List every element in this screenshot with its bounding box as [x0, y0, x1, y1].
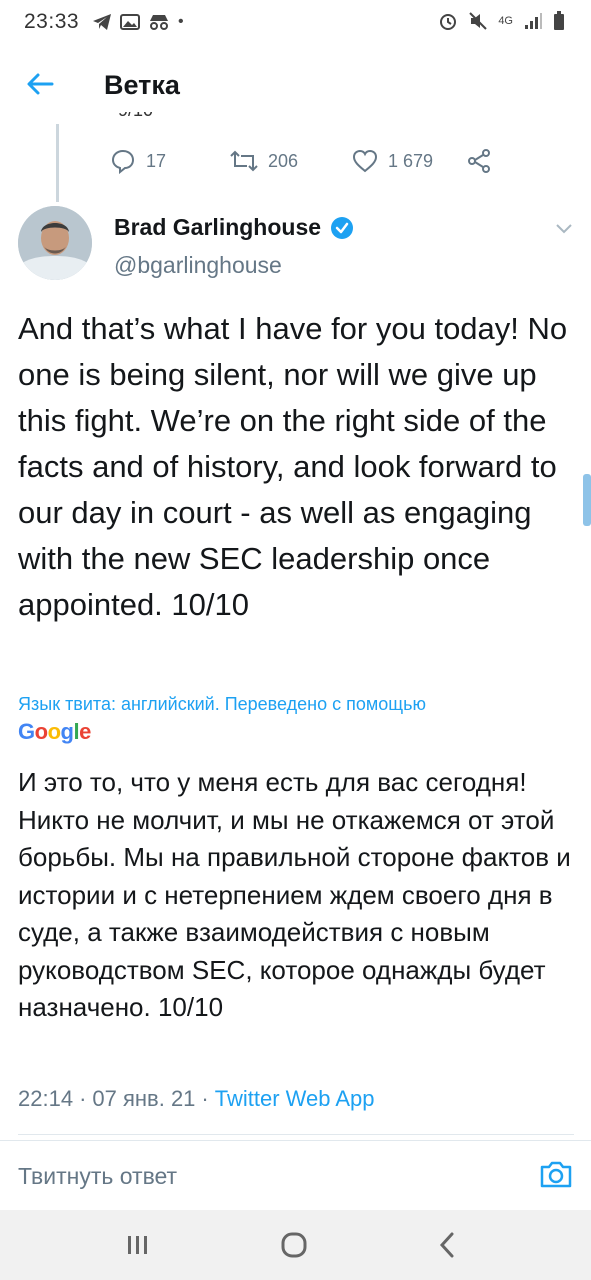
tweet-text: And that’s what I have for you today! No…: [18, 311, 568, 622]
google-logo: Google: [18, 719, 91, 744]
status-right-icons: 4G: [438, 10, 565, 32]
tweet-time: 22:14: [18, 1086, 74, 1111]
tweet-date: 07 янв. 21: [92, 1086, 196, 1111]
telegram-icon: [93, 14, 111, 30]
reply-icon: [111, 149, 135, 174]
recent-apps-icon[interactable]: [118, 1228, 158, 1262]
chevron-down-icon[interactable]: [552, 218, 576, 238]
camera-icon[interactable]: [539, 1159, 573, 1189]
share-icon: [468, 149, 490, 173]
meta-separator: ·: [201, 1086, 209, 1111]
like-count: 1 679: [388, 150, 434, 171]
parent-tweet-text: 9/10: [118, 112, 178, 121]
alarm-icon: [440, 14, 457, 30]
mute-icon: [469, 12, 488, 30]
signal-icon: [525, 13, 542, 29]
like-button[interactable]: 1 679: [352, 146, 433, 176]
tweet-meta: 22:14 · 07 янв. 21 · Twitter Web App: [18, 1086, 375, 1112]
page-title: Ветка: [104, 70, 180, 100]
meta-separator: ·: [79, 1086, 87, 1111]
scrollbar-thumb[interactable]: [583, 474, 591, 526]
translated-text: И это то, что у меня есть для вас сегодн…: [18, 767, 571, 1022]
status-bar: 23:33 • 4G: [0, 0, 591, 44]
parent-tweet-cut-text: 9/10: [118, 112, 178, 124]
translation-note[interactable]: Язык твита: английский. Переведено с пом…: [18, 694, 578, 715]
retweet-count: 206: [268, 150, 299, 171]
author-handle[interactable]: @bgarlinghouse: [114, 252, 282, 279]
verified-badge-icon: [331, 217, 353, 239]
notification-dot-icon: •: [178, 13, 184, 30]
app-header: Ветка: [0, 44, 591, 124]
thread-connector-line: [56, 124, 59, 202]
back-nav-icon[interactable]: [428, 1228, 468, 1262]
retweet-icon: [230, 150, 258, 172]
retweet-button[interactable]: 206: [230, 146, 298, 176]
parent-tweet-actions: 17 206 1 679: [110, 146, 510, 176]
status-left-icons: •: [92, 11, 184, 33]
heart-icon: [352, 149, 378, 173]
home-icon[interactable]: [274, 1228, 314, 1262]
avatar-image: [18, 206, 92, 280]
network-label: 4G: [498, 15, 513, 27]
divider: [18, 1134, 574, 1135]
reply-bar: Твитнуть ответ: [0, 1140, 591, 1210]
gallery-icon: [120, 14, 140, 30]
reply-input[interactable]: Твитнуть ответ: [18, 1163, 177, 1190]
avatar[interactable]: [18, 206, 92, 280]
battery-icon: [554, 11, 564, 30]
tweet-client-link[interactable]: Twitter Web App: [215, 1086, 375, 1112]
reply-button[interactable]: 17: [110, 146, 166, 176]
status-time: 23:33: [24, 10, 80, 33]
share-button[interactable]: [466, 146, 492, 176]
system-nav-bar: [0, 1210, 591, 1280]
author-name[interactable]: Brad Garlinghouse: [114, 214, 321, 241]
reply-count: 17: [146, 150, 167, 171]
arrow-left-icon[interactable]: [24, 68, 56, 100]
incognito-icon: [150, 15, 168, 30]
